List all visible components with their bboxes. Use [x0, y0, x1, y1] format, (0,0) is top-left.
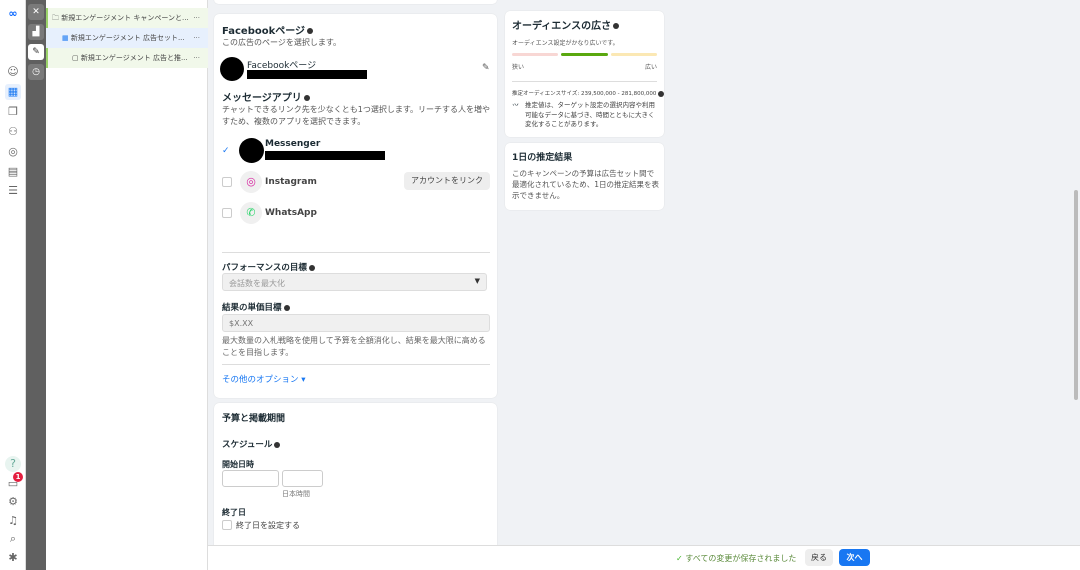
sparkle-icon: ⺍: [512, 103, 519, 111]
catalog-icon[interactable]: ▤: [5, 164, 21, 180]
meta-logo-icon[interactable]: ∞: [5, 6, 21, 22]
search-icon[interactable]: ⌕: [5, 531, 21, 547]
cost-goal-title: 結果の単価目標: [222, 301, 290, 313]
messaging-apps-desc: チャットできるリンク先を少なくとも1つ選択します。リーチする人を増やすため、複数…: [222, 105, 491, 126]
footer-bar: ✓ すべての変更が保存されました 戻る 次へ: [208, 545, 1080, 570]
audience-icon[interactable]: ⚇: [5, 124, 21, 140]
facebook-page-desc: この広告のページを選択します。: [222, 38, 342, 47]
end-label: 終了日: [222, 508, 246, 517]
budget-card: 予算と掲載期間 スケジュール 開始日時 日本時間 終了日 終了日を設定する: [214, 403, 497, 553]
redacted-text: [265, 151, 385, 160]
settings-icon[interactable]: ⚙: [5, 494, 21, 510]
end-date-checkbox[interactable]: [222, 520, 232, 530]
gauge-middle-active: [561, 53, 608, 56]
wide-label: 広い: [644, 64, 657, 71]
notification-badge: 1: [13, 472, 23, 482]
help-icon[interactable]: ?: [5, 456, 21, 472]
dashboard-icon[interactable]: ☺: [5, 64, 21, 80]
gauge-narrow: [512, 53, 558, 56]
cost-goal-input[interactable]: [222, 314, 490, 332]
messenger-label: Messenger: [265, 139, 321, 149]
whatsapp-icon: ✆: [240, 202, 262, 224]
more-icon[interactable]: ···: [193, 8, 200, 28]
whatsapp-checkbox[interactable]: [222, 208, 232, 218]
messaging-apps-title: メッセージアプリ: [222, 89, 310, 104]
schedule-title: スケジュール: [222, 438, 281, 450]
notifications-inbox-icon[interactable]: ▭ 1: [5, 472, 23, 492]
tree-item-label: 新規エンゲージメント 広告と推...: [80, 54, 188, 62]
nav-rail: ∞ ☺ ▦ ❐ ⚇ ◎ ▤ ☰ ? ▭ 1 ⚙ ♫ ⌕ ✱: [0, 0, 26, 570]
saved-status: ✓ すべての変更が保存されました: [676, 554, 797, 563]
media-icon[interactable]: ◎: [5, 144, 21, 160]
start-date-input[interactable]: [222, 470, 279, 487]
audience-note: 推定値は、ターゲット設定の選択内容や利用可能なデータに基づき、時間とともに大きく…: [525, 101, 655, 128]
tree-item-label: 新規エンゲージメント 広告セット...: [70, 34, 185, 42]
tree-item-label: 新規エンゲージメント キャンペーンと...: [61, 14, 189, 22]
instagram-checkbox[interactable]: [222, 177, 232, 187]
scrollbar[interactable]: [1074, 190, 1078, 400]
budget-title: 予算と掲載期間: [222, 414, 286, 424]
messenger-checkbox[interactable]: ✓: [222, 146, 232, 156]
close-icon[interactable]: ✕: [28, 4, 44, 20]
link-account-button[interactable]: アカウントをリンク: [404, 172, 490, 190]
audience-status: オーディエンス設定がかなり広いです。: [512, 40, 619, 47]
more-icon[interactable]: ···: [193, 48, 200, 68]
dropdown-arrow-icon: ▼: [474, 277, 480, 285]
identity-card: Facebookページ この広告のページを選択します。 Facebookページ …: [214, 14, 497, 398]
edit-pencil-icon[interactable]: ✎: [482, 63, 490, 73]
page-avatar: [220, 57, 244, 81]
messenger-avatar: [239, 138, 264, 163]
divider: [222, 252, 490, 253]
instagram-label: Instagram: [265, 177, 317, 187]
back-button[interactable]: 戻る: [805, 549, 833, 566]
more-options-link[interactable]: その他のオプション ▾: [222, 373, 305, 385]
next-button[interactable]: 次へ: [839, 549, 870, 566]
performance-goal-select[interactable]: 会話数を最大化 ▼: [222, 273, 487, 291]
bell-icon[interactable]: ♫: [5, 513, 21, 529]
audience-title: オーディエンスの広さ: [512, 17, 620, 32]
grid-icon: ▦: [62, 34, 69, 42]
editor-toolbar: ✕ ▟ ✎ ◷: [26, 0, 46, 570]
instagram-icon: ◎: [240, 171, 262, 193]
bug-report-icon[interactable]: ✱: [5, 550, 21, 566]
tree-item-campaign[interactable]: 🗀 新規エンゲージメント キャンペーンと... ···: [46, 8, 208, 28]
divider: [512, 81, 657, 82]
tree-item-adset[interactable]: ▦ 新規エンゲージメント 広告セット... ···: [46, 28, 208, 48]
whatsapp-label: WhatsApp: [265, 208, 317, 218]
start-label: 開始日時: [222, 460, 254, 469]
audience-size: 推定オーディエンスサイズ: 239,500,000 - 281,800,000: [512, 89, 665, 97]
folder-icon: 🗀: [52, 14, 59, 22]
campaign-tree: 🗀 新規エンゲージメント キャンペーンと... ··· ▦ 新規エンゲージメント …: [46, 0, 208, 570]
campaigns-grid-icon[interactable]: ▦: [5, 84, 21, 100]
chart-icon[interactable]: ▟: [28, 24, 44, 40]
performance-goal-title: パフォーマンスの目標: [222, 261, 315, 273]
divider: [222, 364, 490, 365]
daily-results-card: 1日の推定結果 このキャンペーンの予算は広告セット間で最適化されているため、1日…: [505, 143, 664, 210]
gauge-wide: [611, 53, 657, 56]
edit-pencil-icon[interactable]: ✎: [28, 44, 44, 60]
audience-card: オーディエンスの広さ オーディエンス設定がかなり広いです。 狭い 広い 推定オー…: [505, 11, 665, 137]
history-clock-icon[interactable]: ◷: [28, 64, 44, 80]
start-time-input[interactable]: [282, 470, 323, 487]
ad-icon: ▢: [72, 54, 79, 62]
more-icon[interactable]: ···: [193, 28, 200, 48]
previous-card: [214, 0, 497, 4]
narrow-label: 狭い: [512, 64, 525, 71]
facebook-page-title: Facebookページ: [222, 22, 314, 37]
menu-icon[interactable]: ☰: [5, 183, 21, 199]
cost-goal-help: 最大数量の入札戦略を使用して予算を全額消化し、結果を最大限に高めることを目指しま…: [222, 336, 486, 357]
daily-results-text: このキャンペーンの予算は広告セット間で最適化されているため、1日の推定結果を表示…: [512, 169, 660, 200]
redacted-text: [247, 70, 367, 79]
daily-results-title: 1日の推定結果: [512, 153, 573, 163]
tree-item-ad[interactable]: ▢ 新規エンゲージメント 広告と推... ···: [46, 48, 208, 68]
end-date-label: 終了日を設定する: [236, 521, 300, 530]
pages-icon[interactable]: ❐: [5, 104, 21, 120]
timezone-label: 日本時間: [282, 490, 310, 498]
